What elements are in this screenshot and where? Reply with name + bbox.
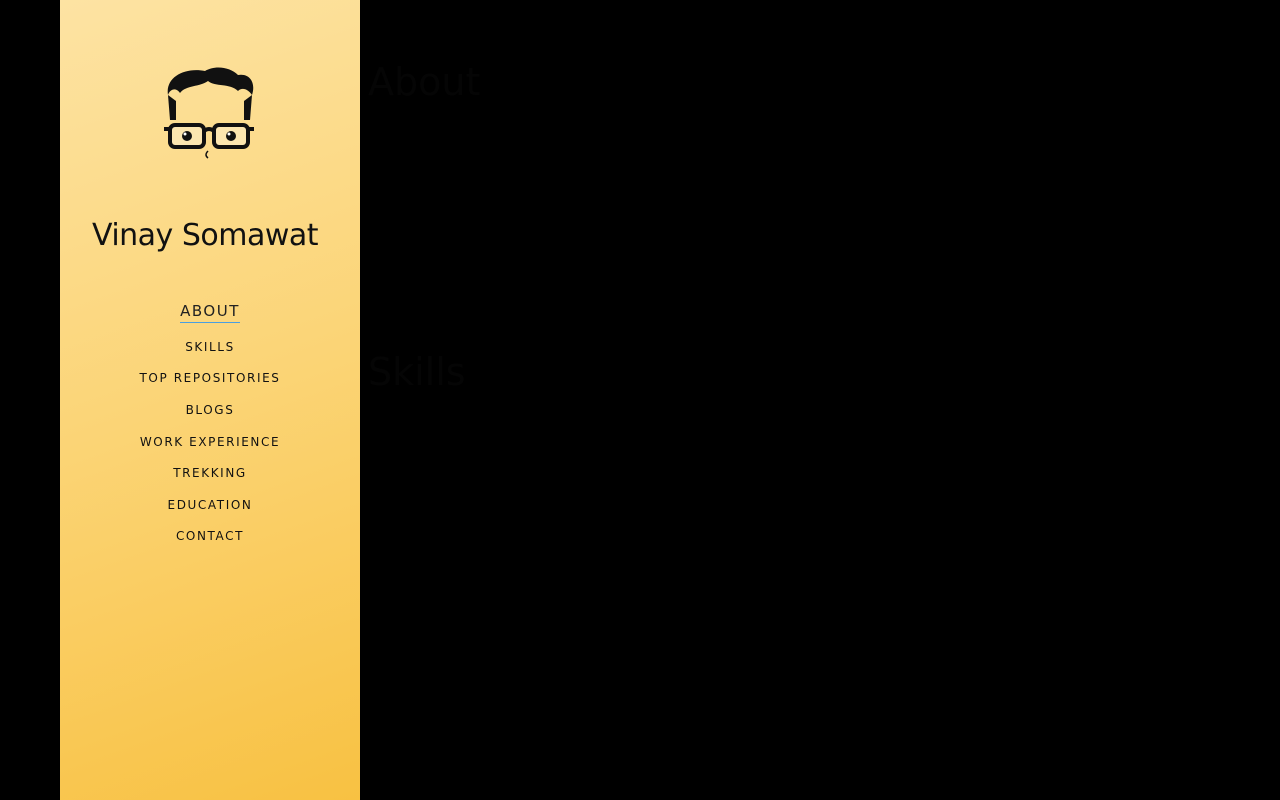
nav-item-blogs[interactable]: BLOGS: [60, 403, 360, 417]
page: Vinay Somawat ABOUT SKILLS TOP REPOSITOR…: [0, 0, 1280, 800]
nav-item-trekking[interactable]: TREKKING: [60, 466, 360, 480]
sidebar: Vinay Somawat ABOUT SKILLS TOP REPOSITOR…: [60, 0, 360, 800]
nav-item-skills[interactable]: SKILLS: [60, 340, 360, 354]
skills-heading: Skills: [368, 350, 466, 394]
nav-item-work-experience[interactable]: WORK EXPERIENCE: [60, 435, 360, 449]
avatar-icon: [164, 67, 254, 159]
main-content: About Skills: [360, 0, 1280, 800]
nav-item-top-repositories[interactable]: TOP REPOSITORIES: [60, 371, 360, 385]
nav-item-contact[interactable]: CONTACT: [60, 529, 360, 543]
nav-item-education[interactable]: EDUCATION: [60, 498, 360, 512]
about-heading: About: [368, 60, 481, 104]
site-owner-name: Vinay Somawat: [91, 218, 319, 253]
nav-item-about[interactable]: ABOUT: [60, 302, 360, 323]
nav-item-about-label: ABOUT: [180, 302, 240, 323]
